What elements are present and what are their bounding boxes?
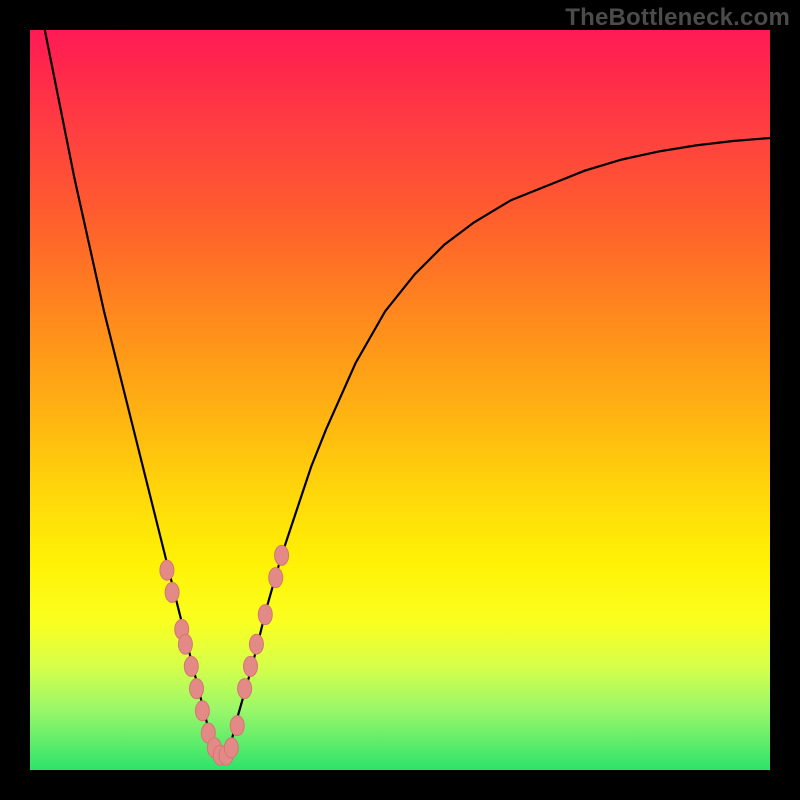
curve-marker <box>165 582 179 602</box>
curve-marker <box>230 716 244 736</box>
curve-marker <box>224 738 238 758</box>
curve-marker <box>238 679 252 699</box>
curve-marker <box>249 634 263 654</box>
curve-marker <box>184 656 198 676</box>
curve-marker <box>275 545 289 565</box>
curve-marker <box>178 634 192 654</box>
curve-marker <box>258 605 272 625</box>
curve-marker <box>244 656 258 676</box>
bottleneck-curve <box>45 30 770 763</box>
curve-marker <box>269 568 283 588</box>
chart-frame: TheBottleneck.com <box>0 0 800 800</box>
curve-svg <box>30 30 770 770</box>
watermark-text: TheBottleneck.com <box>565 4 790 32</box>
curve-marker <box>160 560 174 580</box>
plot-area <box>30 30 770 770</box>
curve-marker <box>195 701 209 721</box>
curve-marker <box>190 679 204 699</box>
curve-markers <box>160 545 289 765</box>
